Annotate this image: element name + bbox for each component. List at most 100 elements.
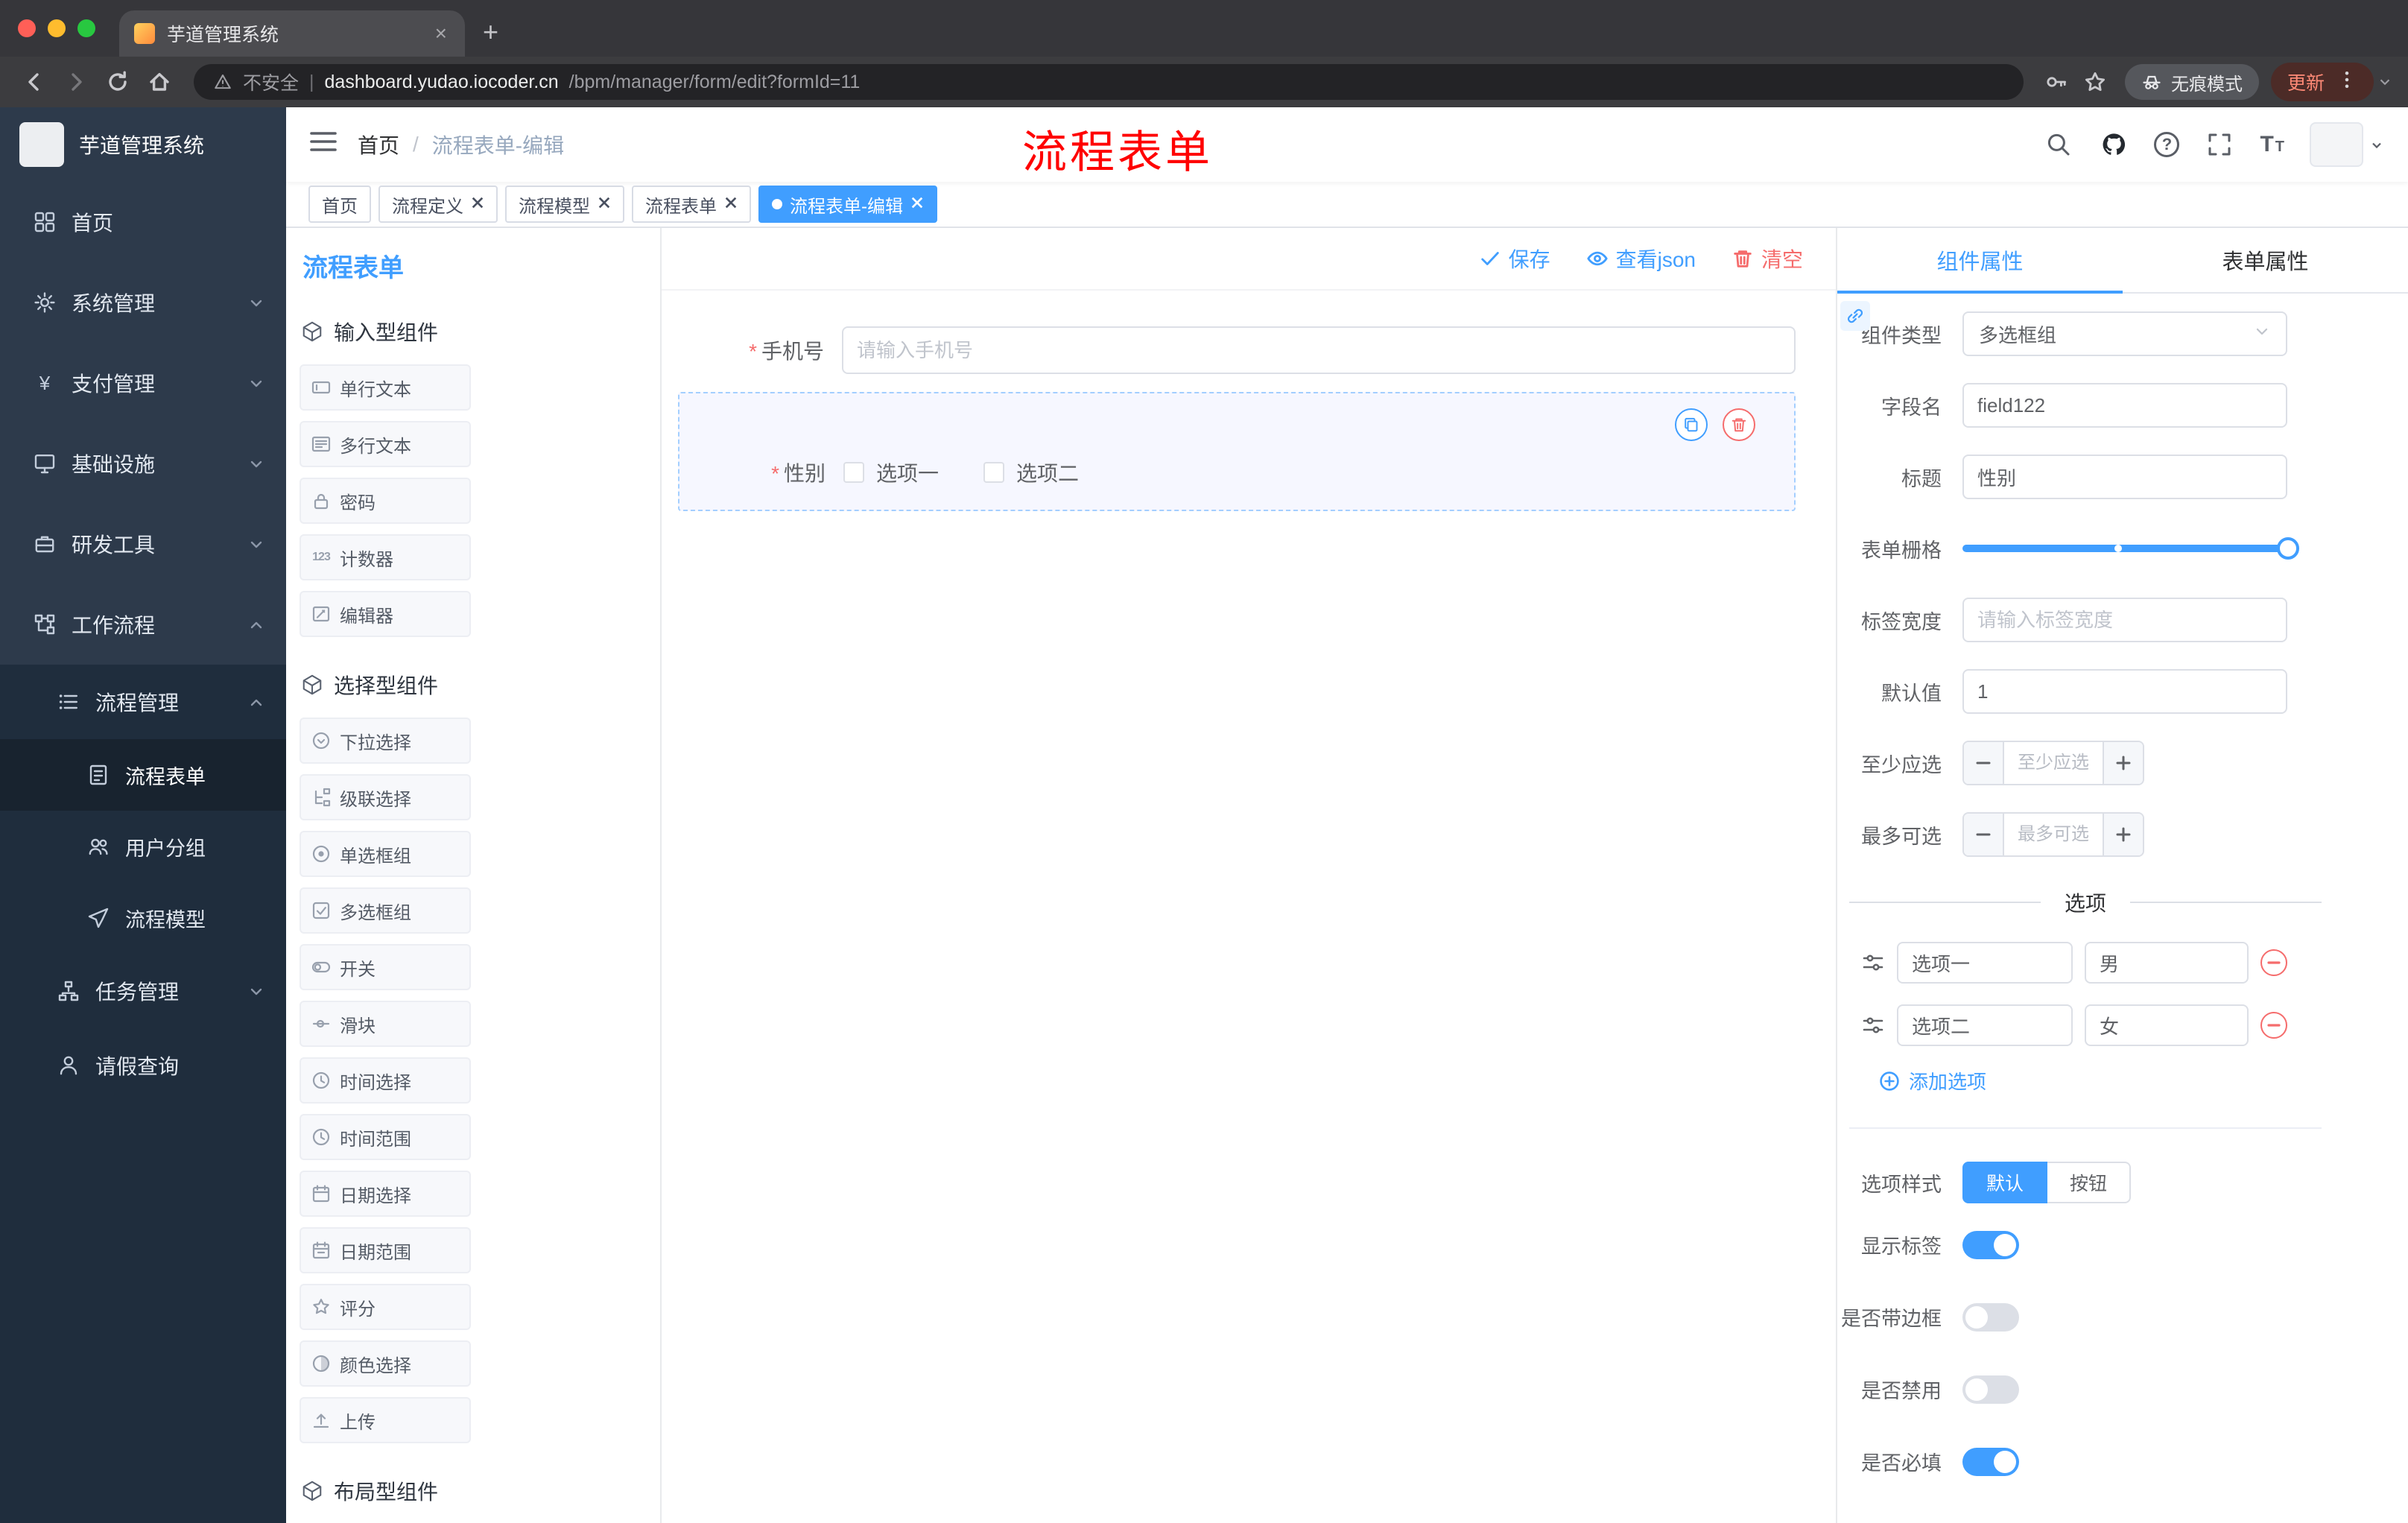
browser-update-button[interactable]: 更新	[2270, 63, 2374, 101]
tag-home[interactable]: 首页	[308, 186, 371, 223]
palette-item-cascader[interactable]: 级联选择	[300, 774, 471, 820]
reload-button[interactable]	[98, 63, 137, 101]
sidebar-item-process-model[interactable]: 流程模型	[0, 882, 286, 954]
clear-button[interactable]: 清空	[1731, 244, 1803, 273]
palette-item-textarea[interactable]: 多行文本	[300, 421, 471, 467]
tab-component-props[interactable]: 组件属性	[1837, 228, 2123, 292]
font-size-icon[interactable]: TT	[2260, 132, 2284, 157]
sidebar-item-user-group[interactable]: 用户分组	[0, 811, 286, 882]
canvas-field-gender-selected[interactable]: * 性别 选项一 选项二	[678, 392, 1796, 511]
sidebar-item-home[interactable]: 首页	[0, 182, 286, 262]
delete-component-button[interactable]	[1723, 408, 1755, 441]
add-option-button[interactable]: 添加选项	[1837, 1067, 2408, 1095]
option-label-input[interactable]	[1897, 1004, 2073, 1046]
search-icon[interactable]	[2044, 130, 2073, 159]
palette-item-time-range[interactable]: 时间范围	[300, 1114, 471, 1160]
style-default-button[interactable]: 默认	[1962, 1162, 2048, 1203]
browser-tab[interactable]: 芋道管理系统 ×	[119, 10, 465, 57]
back-button[interactable]	[15, 63, 54, 101]
sidebar-item-leave-query[interactable]: 请假查询	[0, 1028, 286, 1103]
title-input[interactable]	[1962, 455, 2287, 499]
bookmark-star-icon[interactable]	[2077, 64, 2113, 100]
form-grid-slider[interactable]	[1962, 526, 2299, 571]
new-tab-button[interactable]: +	[465, 16, 516, 57]
tab-form-props[interactable]: 表单属性	[2123, 228, 2408, 292]
component-type-select[interactable]: 多选框组	[1962, 311, 2287, 356]
address-bar[interactable]: 不安全 | dashboard.yudao.iocoder.cn/bpm/man…	[194, 64, 2024, 100]
sidebar-item-workflow[interactable]: 工作流程	[0, 584, 286, 665]
save-button[interactable]: 保存	[1479, 244, 1550, 273]
sidebar-toggle-icon[interactable]	[286, 130, 358, 159]
drag-handle-icon[interactable]	[1861, 951, 1885, 975]
sidebar-item-task-mgmt[interactable]: 任务管理	[0, 954, 286, 1028]
password-key-icon[interactable]	[2038, 64, 2074, 100]
help-icon[interactable]: ?	[2154, 132, 2180, 157]
github-icon[interactable]	[2099, 130, 2129, 159]
palette-item-counter[interactable]: 123 计数器	[300, 534, 471, 580]
close-icon[interactable]	[910, 194, 924, 215]
tag-process-definition[interactable]: 流程定义	[378, 186, 498, 223]
increase-button[interactable]	[2103, 814, 2143, 855]
tab-close-icon[interactable]: ×	[432, 20, 450, 47]
user-menu[interactable]	[2310, 122, 2384, 167]
gender-option2-checkbox[interactable]: 选项二	[983, 457, 1079, 487]
fullscreen-icon[interactable]	[2205, 130, 2234, 159]
option-label-input[interactable]	[1897, 942, 2073, 984]
sidebar-item-infra[interactable]: 基础设施	[0, 423, 286, 504]
zoom-window-button[interactable]	[77, 19, 95, 37]
phone-input[interactable]	[842, 326, 1796, 374]
view-json-button[interactable]: 查看json	[1586, 244, 1696, 273]
app-logo[interactable]: 芋道管理系统	[0, 107, 286, 182]
option-value-input[interactable]	[2085, 942, 2249, 984]
remove-option-button[interactable]	[2260, 1012, 2287, 1039]
form-canvas[interactable]: *手机号 *性别 选项一	[662, 291, 1836, 1523]
label-width-input[interactable]	[1962, 598, 2287, 642]
increase-button[interactable]	[2103, 742, 2143, 784]
copy-component-button[interactable]	[1675, 408, 1708, 441]
canvas-field-phone[interactable]: * 手机号	[678, 326, 1796, 374]
palette-item-time-picker[interactable]: 时间选择	[300, 1057, 471, 1104]
forward-button[interactable]	[57, 63, 95, 101]
palette-item-editor[interactable]: 编辑器	[300, 591, 471, 637]
palette-item-date-range[interactable]: 日期范围	[300, 1227, 471, 1273]
default-value-input[interactable]	[1962, 669, 2287, 714]
close-icon[interactable]	[724, 194, 738, 215]
tag-process-form-edit[interactable]: 流程表单-编辑	[758, 186, 937, 223]
palette-item-slider[interactable]: 滑块	[300, 1001, 471, 1047]
max-select-input[interactable]	[2004, 814, 2103, 855]
show-label-switch[interactable]	[1962, 1230, 2019, 1259]
sidebar-item-devtools[interactable]: 研发工具	[0, 504, 286, 584]
breadcrumb-home[interactable]: 首页	[358, 130, 399, 159]
sidebar-item-payment[interactable]: ¥ 支付管理	[0, 343, 286, 423]
drag-handle-icon[interactable]	[1861, 1013, 1885, 1037]
close-icon[interactable]	[471, 194, 484, 215]
border-switch[interactable]	[1962, 1302, 2019, 1332]
palette-item-single-line-text[interactable]: 单行文本	[300, 364, 471, 411]
decrease-button[interactable]	[1964, 814, 2004, 855]
decrease-button[interactable]	[1964, 742, 2004, 784]
field-name-input[interactable]	[1962, 383, 2287, 428]
palette-item-radio-group[interactable]: 单选框组	[300, 831, 471, 877]
tag-process-model[interactable]: 流程模型	[505, 186, 624, 223]
palette-item-upload[interactable]: 上传	[300, 1397, 471, 1443]
disabled-switch[interactable]	[1962, 1375, 2019, 1404]
option-value-input[interactable]	[2085, 1004, 2249, 1046]
browser-menu-icon[interactable]	[2336, 69, 2357, 96]
palette-item-date-picker[interactable]: 日期选择	[300, 1171, 471, 1217]
gender-option1-checkbox[interactable]: 选项一	[843, 457, 939, 487]
toolbar-caret-icon[interactable]	[2377, 69, 2393, 96]
palette-item-select[interactable]: 下拉选择	[300, 718, 471, 764]
close-icon[interactable]	[598, 194, 611, 215]
palette-item-checkbox-group[interactable]: 多选框组	[300, 887, 471, 934]
sidebar-item-process-mgmt[interactable]: 流程管理	[0, 665, 286, 739]
home-button[interactable]	[140, 63, 179, 101]
style-button-button[interactable]: 按钮	[2047, 1162, 2132, 1203]
sidebar-item-process-form[interactable]: 流程表单	[0, 739, 286, 811]
tag-process-form[interactable]: 流程表单	[632, 186, 751, 223]
link-icon[interactable]	[1840, 301, 1870, 331]
minimize-window-button[interactable]	[48, 19, 66, 37]
palette-item-switch[interactable]: 开关	[300, 944, 471, 990]
palette-item-password[interactable]: 密码	[300, 478, 471, 524]
sidebar-item-system[interactable]: 系统管理	[0, 262, 286, 343]
slider-handle[interactable]	[2277, 537, 2299, 560]
